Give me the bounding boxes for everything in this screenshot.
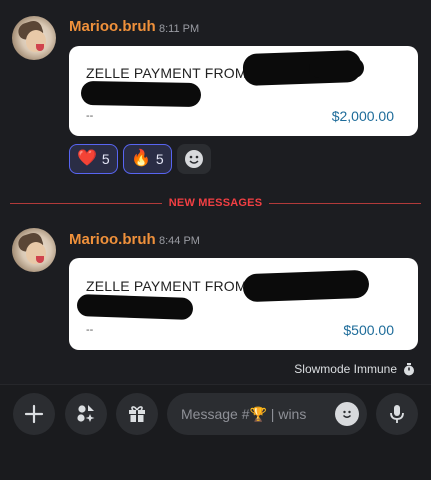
heart-icon: ❤️ [77,150,97,167]
timestamp: 8:44 PM [159,235,200,247]
username[interactable]: Marioo.bruh [69,18,156,35]
embed-title: ZELLE PAYMENT FROM [86,278,247,294]
gift-icon [129,406,145,422]
add-reaction-icon [185,150,203,168]
user-avatar[interactable] [12,228,56,272]
redaction-mark [309,58,364,78]
slowmode-label: Slowmode Immune [294,362,397,376]
reaction-heart[interactable]: ❤️ 5 [69,144,118,174]
redaction-mark [76,293,194,321]
voice-message-button[interactable] [376,393,418,435]
message-placeholder: Message #🏆 | wins [181,405,307,422]
new-messages-label: NEW MESSAGES [161,197,270,209]
reaction-fire[interactable]: 🔥 5 [123,144,172,174]
reaction-count: 5 [101,151,110,167]
plus-icon [24,404,44,424]
payment-embed: ZELLE PAYMENT FROM -- $2,000.00 [69,46,418,136]
add-reaction-button[interactable] [177,144,211,174]
embed-footer: -- [86,110,94,122]
payment-embed: ZELLE PAYMENT FROM -- $500.00 [69,258,418,350]
fire-icon: 🔥 [131,150,151,167]
gift-button[interactable] [116,393,158,435]
embed-footer: -- [86,324,94,336]
composer-bar: Message #🏆 | wins [0,384,431,480]
microphone-icon [390,405,404,423]
username[interactable]: Marioo.bruh [69,231,156,248]
timestamp: 8:11 PM [159,23,200,35]
user-avatar[interactable] [12,16,56,60]
stopwatch-icon [404,362,414,375]
add-attachment-button[interactable] [13,393,55,435]
embed-title: ZELLE PAYMENT FROM [86,65,247,81]
emoji-icon [343,410,351,418]
message-input[interactable]: Message #🏆 | wins [167,393,367,435]
apps-button[interactable] [65,393,107,435]
slowmode-indicator: Slowmode Immune [294,362,415,376]
reaction-count: 5 [155,151,164,167]
redaction-mark [80,80,202,108]
payment-amount: $500.00 [343,322,394,338]
redaction-mark [242,269,370,303]
payment-amount: $2,000.00 [331,108,394,124]
apps-icon [77,405,95,422]
emoji-picker-button[interactable] [335,402,359,426]
